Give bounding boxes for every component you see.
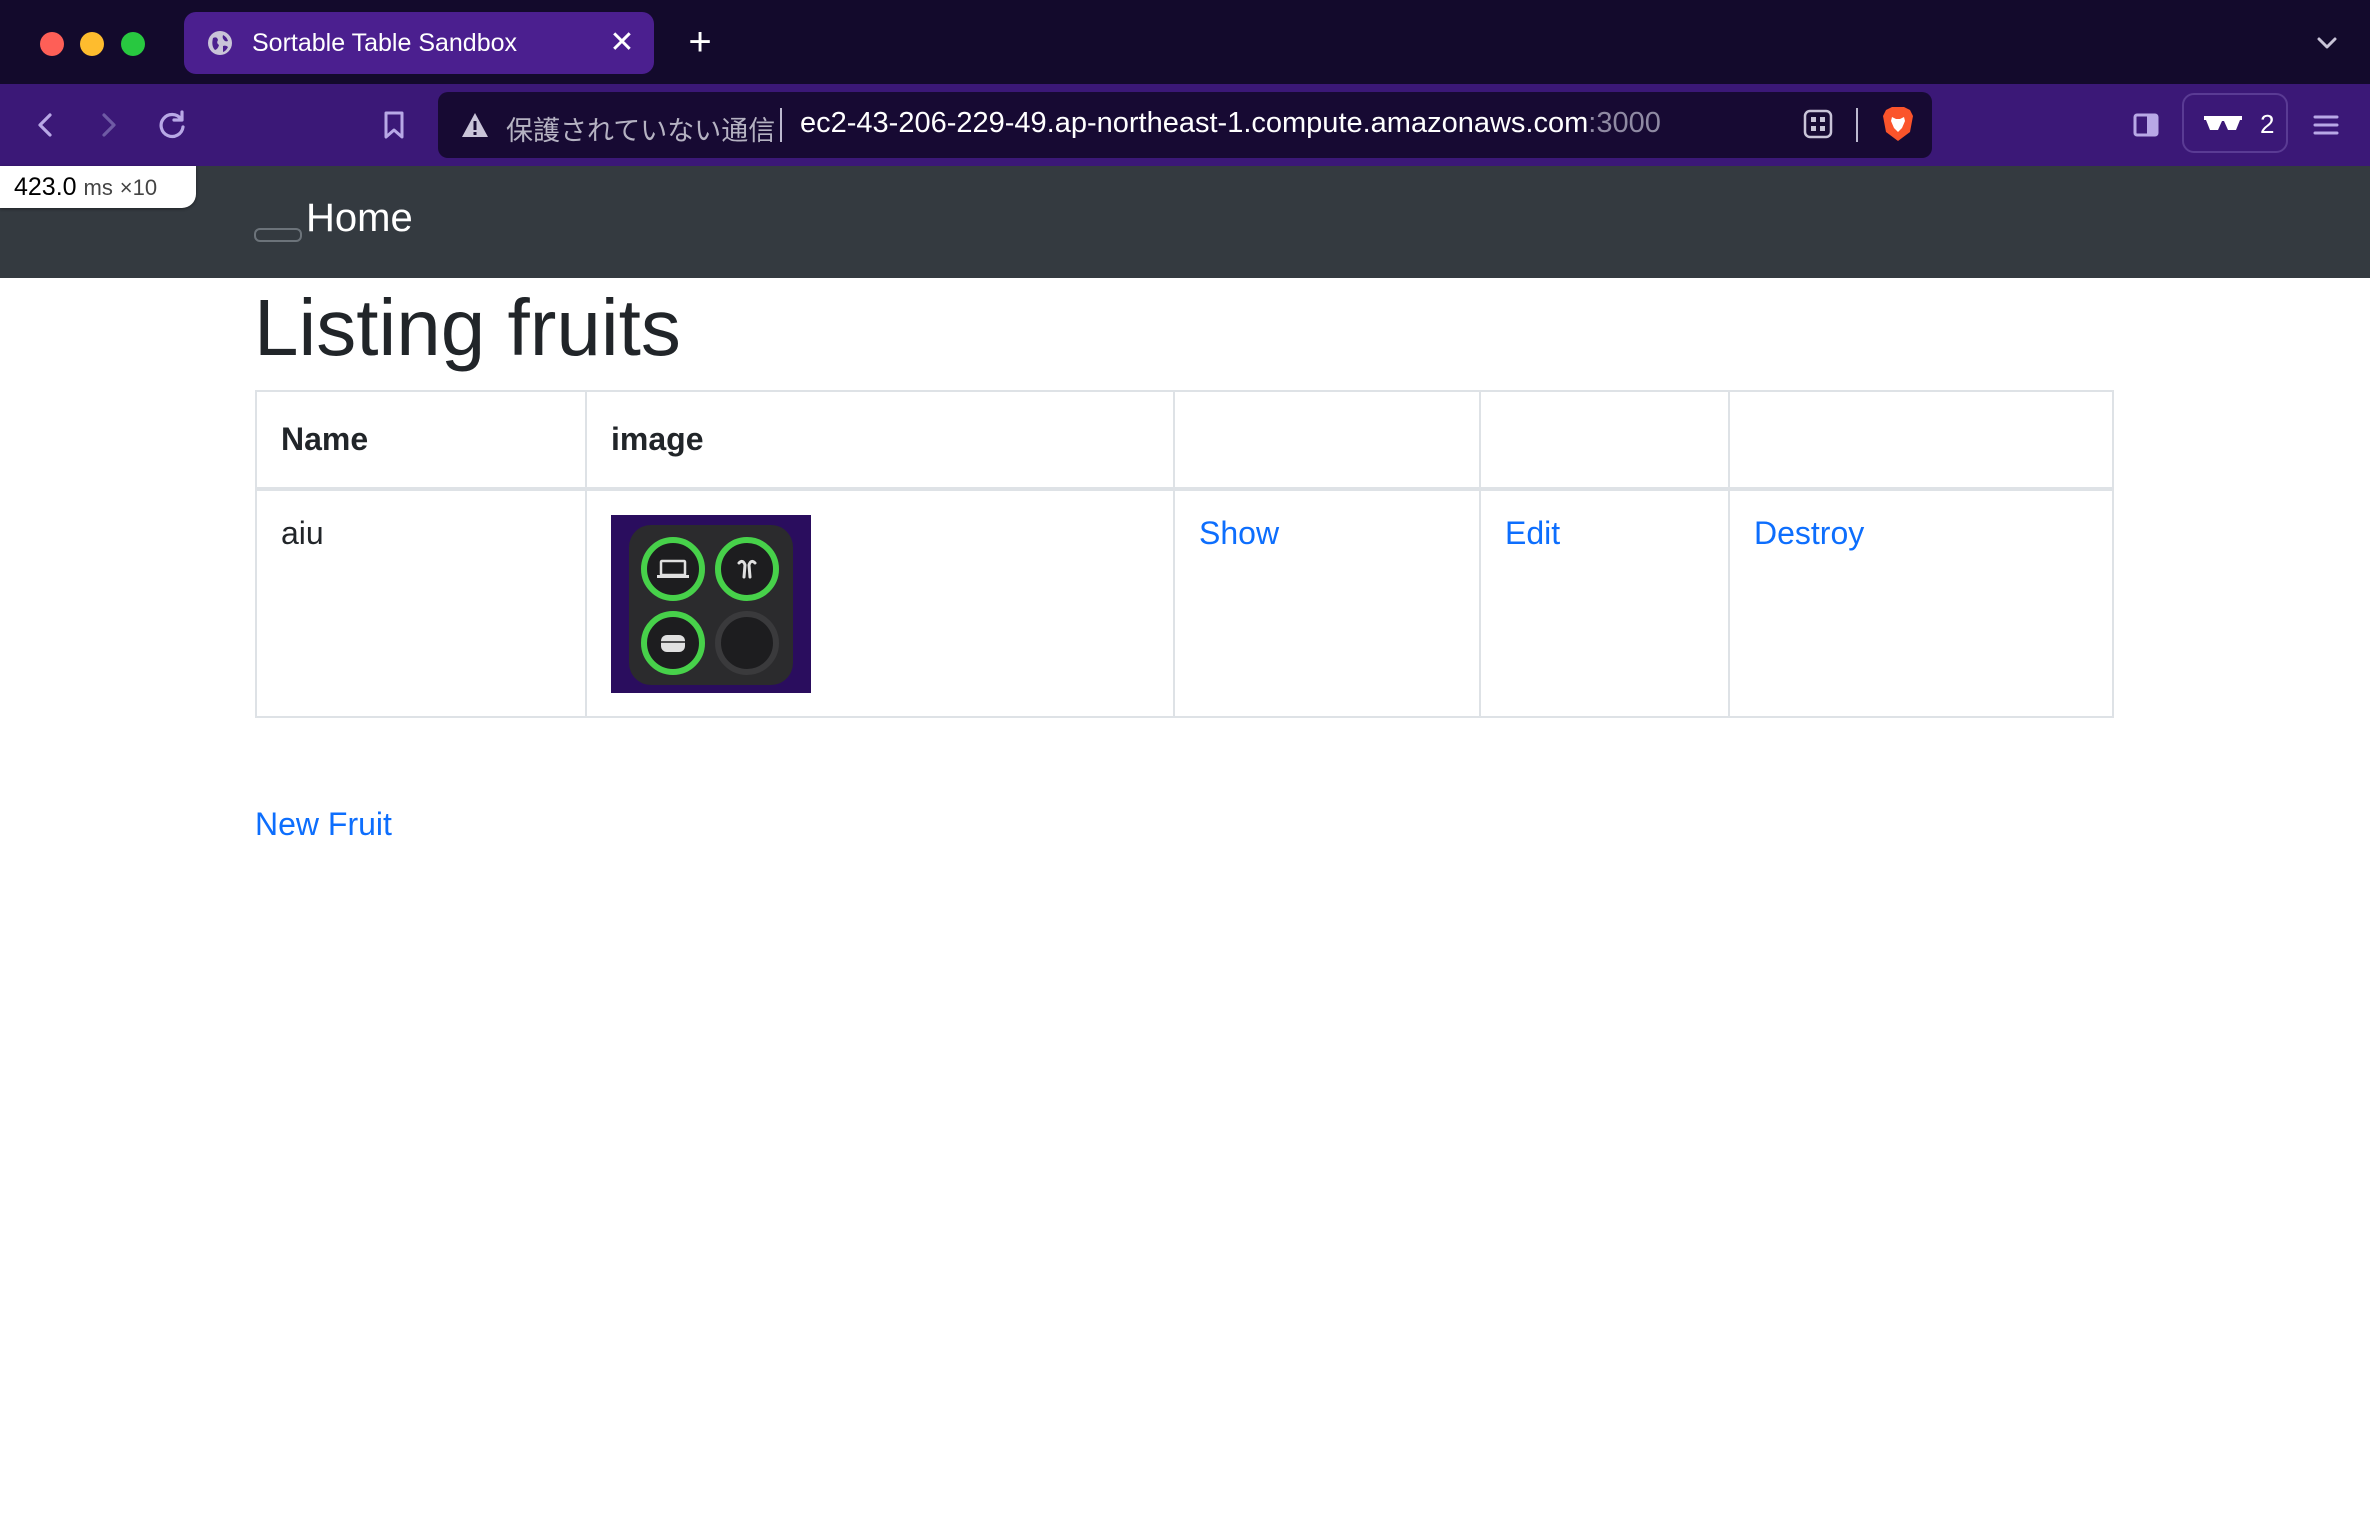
page-title: Listing fruits [254,283,681,372]
hamburger-menu-icon[interactable] [2306,105,2346,145]
url-port: :3000 [1588,107,1661,139]
address-bar[interactable]: 保護されていない通信 ec2-43-206-229-49.ap-northeas… [438,92,1932,158]
close-window-button[interactable] [40,32,64,56]
column-header-blank [1728,390,2114,491]
browser-toolbar: 保護されていない通信 ec2-43-206-229-49.ap-northeas… [0,84,2370,166]
url-host: ec2-43-206-229-49.ap-northeast-1.compute… [800,107,1589,139]
new-fruit-link[interactable]: New Fruit [255,806,392,843]
sunglasses-icon [2204,116,2242,130]
column-header-name: Name [255,390,587,491]
destroy-cell: Destroy [1728,488,2114,718]
divider [1856,108,1858,142]
qr-code-icon[interactable] [1802,108,1834,140]
minimize-window-button[interactable] [80,32,104,56]
table-header-row: Name image [255,390,2114,491]
show-link[interactable]: Show [1199,515,1279,551]
render-time-multiplier: ×10 [119,175,158,200]
navbar-home-link[interactable]: Home [306,196,413,241]
fruit-name-cell: aiu [255,488,587,718]
sidebar-icon[interactable] [2126,105,2166,145]
column-header-image: image [585,390,1175,491]
column-header-blank [1479,390,1730,491]
wallet-button[interactable]: 2 [2182,93,2288,153]
fruits-table: Name image aiu Show Edit Destroy [255,390,2114,718]
render-time-unit: ms [83,175,113,200]
app-navbar: Home [0,166,2370,278]
chevron-down-icon[interactable] [2310,26,2344,60]
globe-icon [208,31,232,55]
warning-icon[interactable] [460,110,490,140]
render-time-badge: 423.0 ms ×10 [0,166,196,208]
column-header-blank [1173,390,1481,491]
navbar-toggler-button[interactable] [254,228,302,242]
plus-icon[interactable]: + [680,22,720,62]
table-row: aiu Show Edit Destroy [255,488,2114,718]
divider [780,108,782,142]
forward-arrow-icon[interactable] [88,105,128,145]
back-arrow-icon[interactable] [26,105,66,145]
maximize-window-button[interactable] [121,32,145,56]
edit-link[interactable]: Edit [1505,515,1560,551]
reload-icon[interactable] [152,105,192,145]
tab-title: Sortable Table Sandbox [252,28,518,57]
browser-titlebar: Sortable Table Sandbox ✕ + [0,0,2370,84]
wallet-count: 2 [2260,109,2275,139]
battery-widget-thumbnail-image [611,515,811,693]
brave-shields-icon[interactable] [1880,104,1916,144]
url-text[interactable]: ec2-43-206-229-49.ap-northeast-1.compute… [800,107,1661,140]
edit-cell: Edit [1479,488,1730,718]
destroy-link[interactable]: Destroy [1754,515,1864,551]
show-cell: Show [1173,488,1481,718]
render-time-value: 423.0 [14,173,77,201]
fruit-image-cell [585,488,1175,718]
browser-tab-active[interactable]: Sortable Table Sandbox ✕ [184,12,654,74]
bookmark-icon[interactable] [374,105,414,145]
close-tab-icon[interactable]: ✕ [606,27,638,59]
security-status-text[interactable]: 保護されていない通信 [506,109,775,148]
